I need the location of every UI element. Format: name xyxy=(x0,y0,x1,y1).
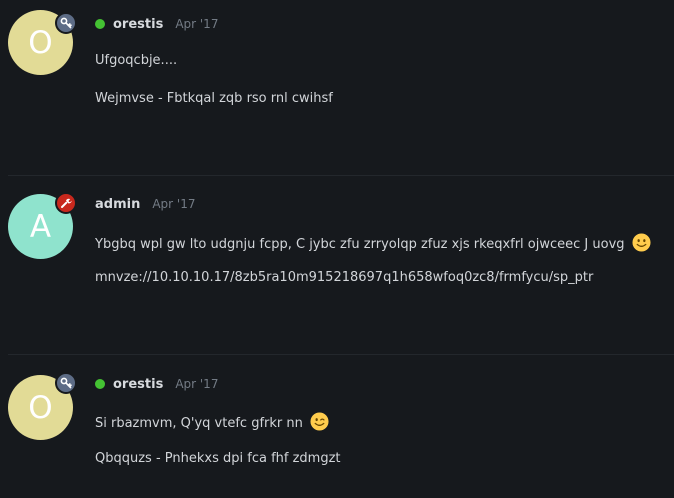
post-body-line: Wejmvse - Fbtkqal zqb rso rnl cwihsf xyxy=(95,91,333,106)
post-date[interactable]: Apr '17 xyxy=(152,197,195,211)
wrench-icon xyxy=(61,198,72,208)
post-link[interactable]: mnvze://10.10.10.17/8zb5ra10m915218697q1… xyxy=(95,270,593,285)
avatar-letter: O xyxy=(28,24,53,61)
post-date[interactable]: Apr '17 xyxy=(175,377,218,391)
online-indicator xyxy=(95,19,105,29)
username[interactable]: orestis xyxy=(113,377,163,392)
topic-thread: O orestis Apr '17 Ufgoqcbje.... Wejmvse … xyxy=(0,0,674,498)
key-icon xyxy=(60,377,72,389)
username[interactable]: admin xyxy=(95,197,140,212)
post-body-text: Si rbazmvm, Q'yq vtefc gfrkr nn xyxy=(95,416,303,431)
post-1: O orestis Apr '17 Ufgoqcbje.... Wejmvse … xyxy=(0,0,674,175)
moderator-key-badge[interactable] xyxy=(55,12,77,34)
post-body-text: Ybgbq wpl gw lto udgnju fcpp, C jybc zfu… xyxy=(95,237,625,252)
post-body-line: Ufgoqcbje.... xyxy=(95,53,178,68)
post-3: O orestis Apr '17 Si rbazmvm, Q'yq vtefc… xyxy=(0,355,674,498)
winking-face-icon xyxy=(310,412,329,431)
avatar-letter: A xyxy=(29,208,52,245)
avatar-letter: O xyxy=(28,389,53,426)
post-date[interactable]: Apr '17 xyxy=(175,17,218,31)
post-2: A admin Apr '17 Ybgbq wpl gw lto udgnju … xyxy=(0,176,674,354)
admin-wrench-badge[interactable] xyxy=(55,192,77,214)
username[interactable]: orestis xyxy=(113,17,163,32)
moderator-key-badge[interactable] xyxy=(55,372,77,394)
key-icon xyxy=(60,17,72,29)
post-body-line: Qbqquzs - Pnhekxs dpi fca fhf zdmgzt xyxy=(95,451,341,466)
post-body-line: Ybgbq wpl gw lto udgnju fcpp, C jybc zfu… xyxy=(95,233,651,252)
online-indicator xyxy=(95,379,105,389)
post-body-line: Si rbazmvm, Q'yq vtefc gfrkr nn xyxy=(95,412,329,431)
slightly-smiling-face-icon xyxy=(632,233,651,252)
